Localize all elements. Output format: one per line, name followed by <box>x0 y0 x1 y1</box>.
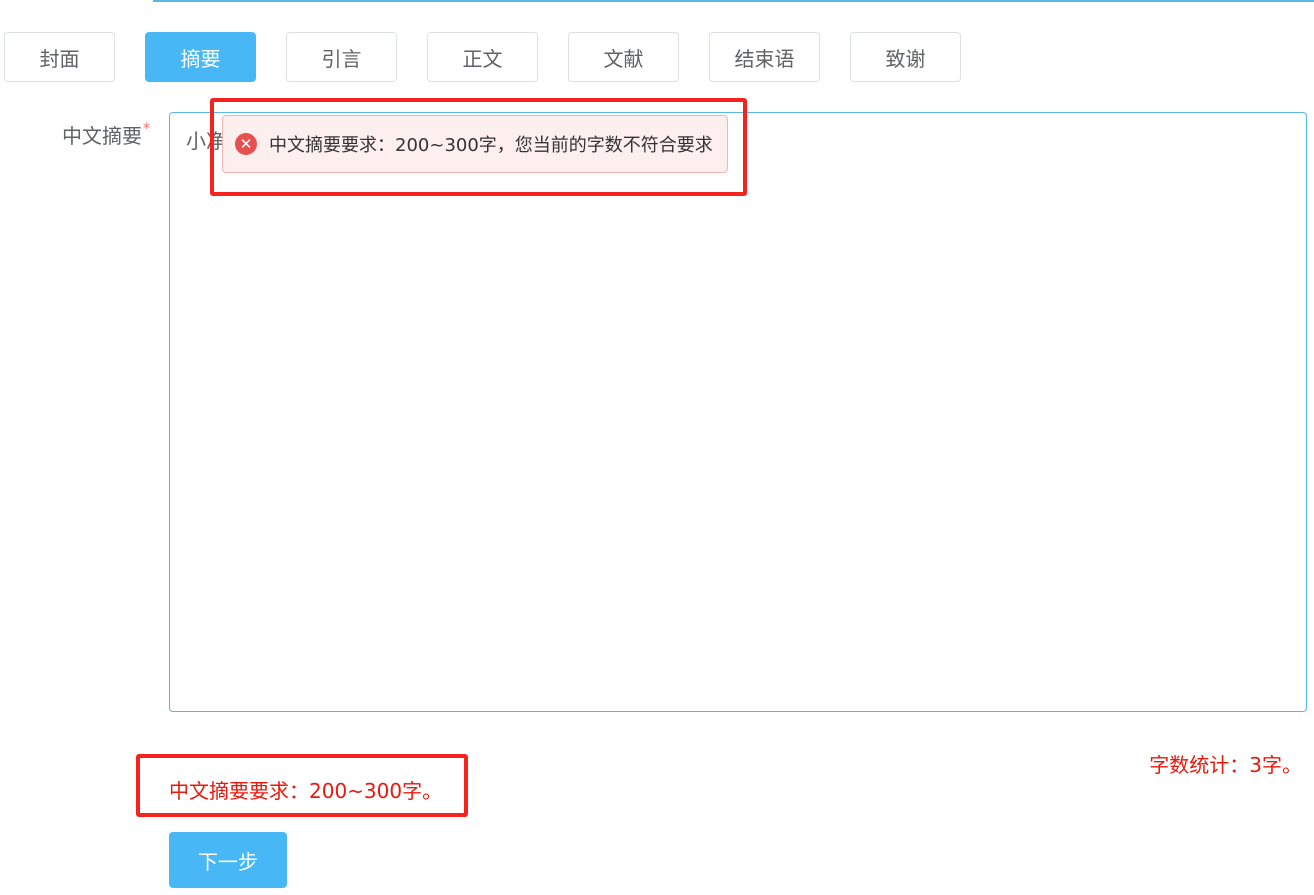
abstract-field-label: 中文摘要* <box>62 120 150 149</box>
tab-acknowledgements[interactable]: 致谢 <box>850 32 961 82</box>
next-step-button[interactable]: 下一步 <box>169 832 287 888</box>
tab-introduction[interactable]: 引言 <box>286 32 397 82</box>
abstract-textarea[interactable] <box>170 113 1306 711</box>
abstract-label-text: 中文摘要 <box>62 124 142 148</box>
required-mark: * <box>143 121 150 137</box>
abstract-requirement-hint: 中文摘要要求：200~300字。 <box>169 779 443 803</box>
abstract-textarea-wrapper <box>169 112 1307 712</box>
word-count: 字数统计：3字。 <box>1149 753 1302 777</box>
error-toast-message: 中文摘要要求：200~300字，您当前的字数不符合要求 <box>269 135 713 156</box>
tab-references[interactable]: 文献 <box>568 32 679 82</box>
tab-conclusion[interactable]: 结束语 <box>709 32 820 82</box>
tab-abstract[interactable]: 摘要 <box>145 32 256 82</box>
page: 封面 摘要 引言 正文 文献 结束语 致谢 中文摘要* ✕ 中文摘要要求：200… <box>0 0 1314 895</box>
tab-cover[interactable]: 封面 <box>4 32 115 82</box>
top-divider <box>153 0 1314 2</box>
error-circle-icon: ✕ <box>235 133 257 155</box>
error-toast: ✕ 中文摘要要求：200~300字，您当前的字数不符合要求 <box>222 115 728 173</box>
tab-body[interactable]: 正文 <box>427 32 538 82</box>
